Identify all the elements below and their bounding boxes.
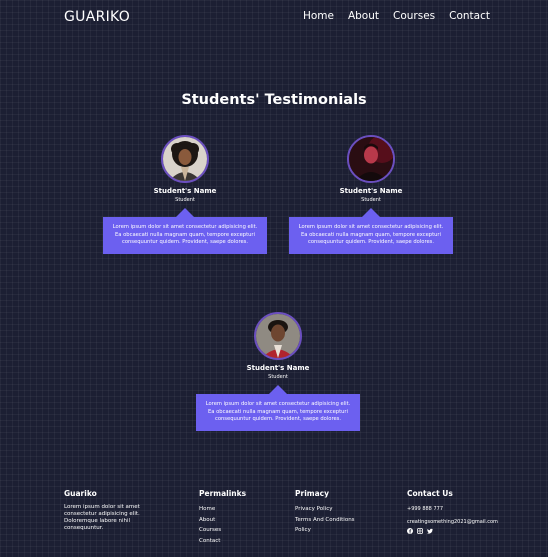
footer-link-terms[interactable]: Terms And Conditions [295,515,355,526]
footer-link-privacy-policy[interactable]: Privacy Policy [295,504,355,515]
footer-brand-text: Lorem ipsum dolor sit amet consectetur a… [64,504,140,531]
student-name: Student's Name [246,364,310,372]
student-avatar [161,135,209,183]
footer-link-about[interactable]: About [199,515,246,526]
section-title: Students' Testimonials [181,92,367,108]
student-role: Student [268,374,288,380]
testimonial-card: Student's Name Student Lorem ipsum dolor… [196,312,360,431]
footer-brand: Guariko Lorem ipsum dolor sit amet conse… [64,489,164,532]
footer-link-policy[interactable]: Policy [295,525,355,536]
testimonial-text: Lorem ipsum dolor sit amet consectetur a… [289,208,453,254]
footer-link-courses[interactable]: Courses [199,525,246,536]
social-links [407,528,498,534]
footer-permalinks: Permalinks Home About Courses Contact [199,489,246,546]
footer-primacy: Primacy Privacy Policy Terms And Conditi… [295,489,355,536]
footer-contact-title: Contact Us [407,489,453,498]
facebook-icon[interactable] [407,528,413,534]
footer-primacy-title: Primacy [295,489,329,498]
student-photo-2-icon [349,137,393,181]
nav-contact[interactable]: Contact [449,10,490,22]
student-photo-3-icon [256,314,300,358]
contact-phone: +999 888 777 [407,506,443,512]
student-avatar [254,312,302,360]
nav-about[interactable]: About [348,10,379,22]
footer-permalinks-title: Permalinks [199,489,247,498]
student-role: Student [361,197,381,203]
main-nav: Home About Courses Contact [303,10,490,22]
twitter-icon[interactable] [427,528,433,534]
testimonial-text: Lorem ipsum dolor sit amet consectetur a… [196,385,360,431]
testimonial-card: Student's Name Student Lorem ipsum dolor… [103,135,267,254]
footer-contact: Contact Us +999 888 777 creatingsomethin… [407,489,498,534]
footer-link-contact[interactable]: Contact [199,536,246,547]
instagram-icon[interactable] [417,528,423,534]
student-avatar [347,135,395,183]
brand-logo[interactable]: GUARIKO [64,9,130,25]
footer-brand-title: Guariko [64,489,97,498]
footer-link-home[interactable]: Home [199,504,246,515]
student-photo-1-icon [163,137,207,181]
contact-email[interactable]: creatingsomething2021@gmail.com [407,517,498,528]
testimonial-text: Lorem ipsum dolor sit amet consectetur a… [103,208,267,254]
student-name: Student's Name [153,187,217,195]
testimonial-card: Student's Name Student Lorem ipsum dolor… [289,135,453,254]
nav-courses[interactable]: Courses [393,10,435,22]
student-role: Student [175,197,195,203]
student-name: Student's Name [339,187,403,195]
nav-home[interactable]: Home [303,10,334,22]
